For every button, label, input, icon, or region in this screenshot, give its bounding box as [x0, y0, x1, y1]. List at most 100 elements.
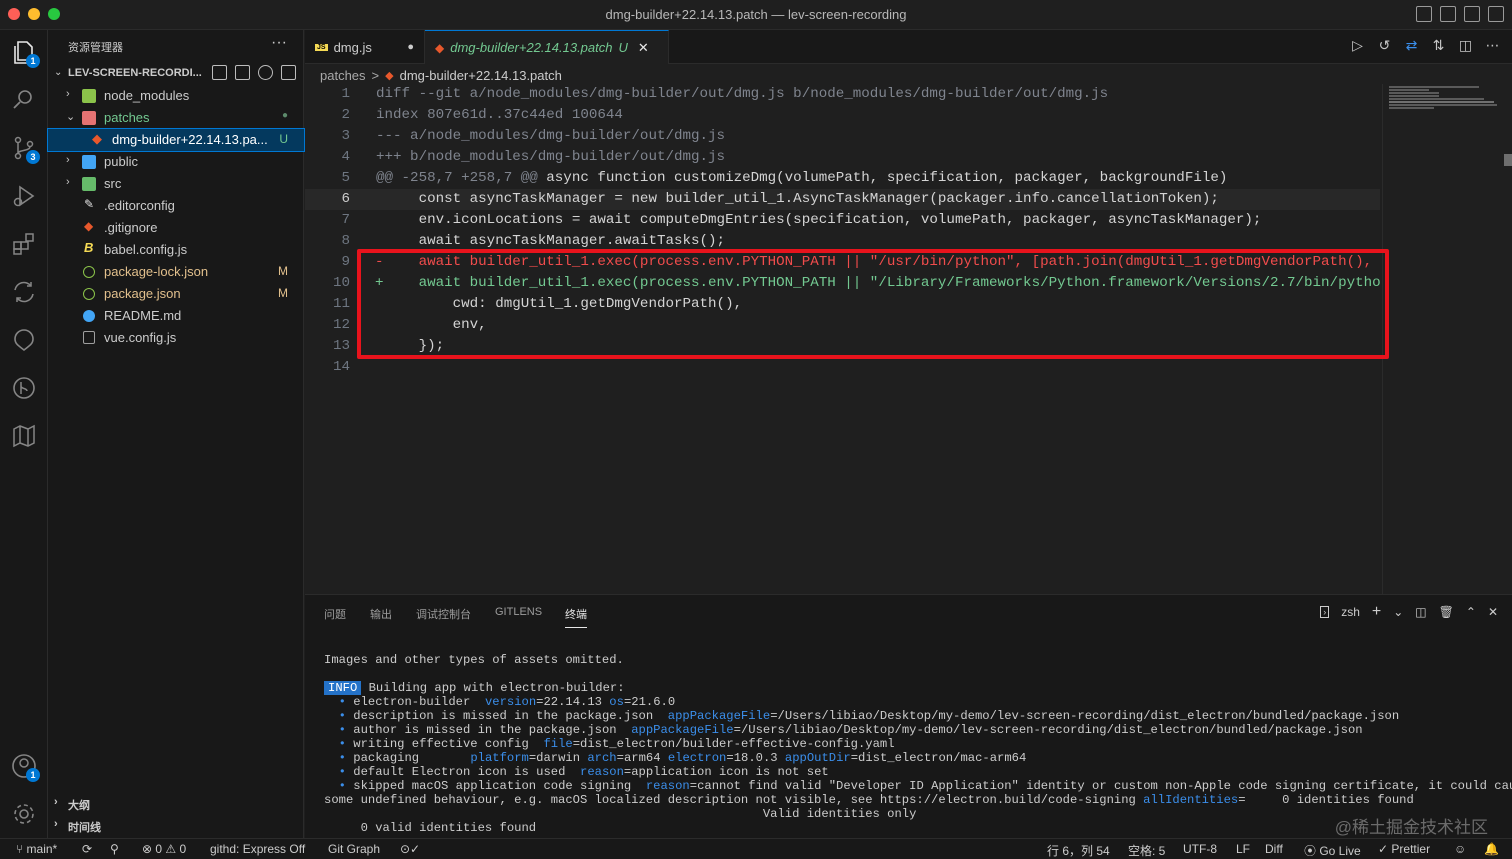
explorer-icon[interactable]: 1 — [10, 38, 40, 68]
gitlens-compare-icon[interactable]: ⇄ — [1404, 38, 1419, 53]
prettier-button[interactable]: ✓ Prettier — [1378, 842, 1430, 856]
sync-icon[interactable]: ⟳ — [82, 842, 92, 856]
run-debug-icon[interactable] — [10, 182, 38, 210]
tree-item-label: .editorconfig — [104, 198, 175, 213]
code-token: --- a/node_modules/dmg-builder/out/dmg.j… — [376, 128, 726, 144]
new-terminal-icon[interactable]: + — [1372, 603, 1381, 621]
sidebar-more-button[interactable]: ··· — [271, 34, 287, 52]
untracked-dot: ● — [281, 110, 288, 121]
history-icon[interactable]: ↺ — [1377, 38, 1392, 53]
folder-icon — [82, 89, 96, 103]
tree-folder-src[interactable]: › src — [48, 173, 304, 195]
file-icon — [83, 331, 95, 344]
branch-indicator[interactable]: ⑂ main* — [16, 842, 57, 856]
git-graph-button[interactable]: Git Graph — [328, 842, 380, 856]
extensions-icon[interactable] — [10, 230, 38, 258]
tab-output[interactable]: 输出 — [370, 606, 392, 622]
breadcrumb: patches > ◆ dmg-builder+22.14.13.patch — [320, 66, 562, 84]
chevron-right-icon: › — [54, 796, 58, 808]
chevron-down-icon: ⌄ — [54, 67, 63, 78]
tree-folder-node-modules[interactable]: › node_modules — [48, 85, 304, 107]
tab-debug-console[interactable]: 调试控制台 — [416, 606, 471, 622]
cursor-position[interactable]: 行 6，列 54 — [1047, 842, 1110, 859]
check-icon[interactable]: ⊙✓ — [400, 842, 420, 856]
minimap[interactable] — [1382, 84, 1502, 594]
code-line[interactable]: 4 +++ b/node_modules/dmg-builder/out/dmg.… — [305, 147, 1380, 168]
publish-icon[interactable]: ⚲ — [110, 842, 119, 856]
timeline-section[interactable]: › 时间线 — [48, 815, 304, 837]
toggle-sidebar-icon[interactable] — [1416, 6, 1432, 22]
code-text: const asyncTaskManager = new builder_uti… — [376, 191, 1219, 207]
code-line[interactable]: 3 --- a/node_modules/dmg-builder/out/dmg.… — [305, 126, 1380, 147]
notifications-bell-icon[interactable]: 🔔 — [1484, 842, 1499, 856]
feedback-icon[interactable]: ☺ — [1454, 842, 1466, 856]
tree-file-editorconfig[interactable]: ✎ .editorconfig — [48, 195, 304, 217]
search-icon[interactable] — [10, 86, 38, 114]
split-terminal-icon[interactable]: ◫ — [1415, 605, 1426, 619]
account-icon[interactable]: 1 — [10, 752, 40, 782]
githd-status[interactable]: githd: Express Off — [210, 842, 305, 856]
refresh-icon[interactable] — [258, 65, 273, 80]
git-diff-file-icon: ◆ — [385, 69, 394, 82]
code-token: @@ -258,7 +258,7 @@ — [376, 170, 547, 186]
tree-file-babel-config[interactable]: B babel.config.js — [48, 239, 304, 261]
tree-folder-public[interactable]: › public — [48, 151, 304, 173]
terminal-line: some undefined behaviour, e.g. macOS loc… — [324, 793, 1414, 807]
workspace-root[interactable]: ⌄ LEV-SCREEN-RECORDI... — [48, 63, 304, 85]
gitlens-icon[interactable] — [10, 374, 38, 402]
tab-patch[interactable]: ◆ dmg-builder+22.14.13.patch U ✕ — [425, 30, 669, 64]
customize-layout-icon[interactable] — [1488, 6, 1504, 22]
testing-icon[interactable] — [10, 326, 38, 354]
open-changes-icon[interactable]: ⇅ — [1431, 38, 1446, 53]
code-line[interactable]: 2 index 807e61d..37c44ed 100644 — [305, 105, 1380, 126]
terminal-line: • skipped macOS application code signing… — [324, 779, 1512, 793]
code-line[interactable]: 7 env.iconLocations = await computeDmgEn… — [305, 210, 1380, 231]
indentation[interactable]: 空格: 5 — [1128, 842, 1165, 859]
toggle-secondary-sidebar-icon[interactable] — [1464, 6, 1480, 22]
encoding[interactable]: UTF-8 — [1183, 842, 1217, 856]
tree-file-patch[interactable]: ◆ dmg-builder+22.14.13.pa... U — [47, 128, 305, 152]
code-line[interactable]: 6 const asyncTaskManager = new builder_u… — [305, 189, 1380, 210]
scrollbar-thumb[interactable] — [1504, 154, 1512, 166]
source-control-icon[interactable]: 3 — [10, 134, 40, 164]
tab-gitlens[interactable]: GITLENS — [495, 606, 542, 618]
terminal-text: • writing effective config file=dist_ele… — [338, 737, 895, 751]
chevron-down-icon[interactable]: ⌄ — [1393, 605, 1403, 619]
tree-file-readme[interactable]: README.md — [48, 305, 304, 327]
new-file-icon[interactable] — [212, 65, 227, 80]
trash-icon[interactable]: 🗑 — [1439, 605, 1454, 619]
tab-dmg-js[interactable]: JS dmg.js ● — [305, 30, 425, 64]
code-line[interactable]: 5 @@ -258,7 +258,7 @@ async function cust… — [305, 168, 1380, 189]
tree-folder-patches[interactable]: ⌄ patches ● — [48, 107, 304, 129]
map-icon[interactable] — [10, 422, 38, 450]
manage-gear-icon[interactable] — [10, 800, 38, 828]
new-folder-icon[interactable] — [235, 65, 250, 80]
tree-item-label: vue.config.js — [104, 330, 177, 345]
more-actions-icon[interactable]: ⋯ — [1485, 38, 1500, 53]
split-editor-icon[interactable]: ◫ — [1458, 38, 1473, 53]
breadcrumb-file[interactable]: dmg-builder+22.14.13.patch — [400, 68, 562, 83]
language-mode[interactable]: Diff — [1265, 842, 1283, 856]
go-live-button[interactable]: ⦿ Go Live — [1304, 842, 1361, 859]
shell-name[interactable]: zsh — [1341, 605, 1360, 619]
toggle-panel-icon[interactable] — [1440, 6, 1456, 22]
close-tab-icon[interactable]: ✕ — [638, 40, 649, 56]
tab-problems[interactable]: 问题 — [324, 606, 346, 622]
remote-sync-icon[interactable] — [10, 278, 38, 306]
end-of-line[interactable]: LF — [1236, 842, 1250, 856]
tree-file-gitignore[interactable]: ◆ .gitignore — [48, 217, 304, 239]
breadcrumb-folder[interactable]: patches — [320, 68, 366, 83]
code-line[interactable]: 1 diff --git a/node_modules/dmg-builder/o… — [305, 84, 1380, 105]
outline-section[interactable]: › 大纲 — [48, 793, 304, 815]
collapse-all-icon[interactable] — [281, 65, 296, 80]
tree-file-package-json[interactable]: package.json M — [48, 283, 304, 305]
maximize-panel-icon[interactable]: ⌃ — [1466, 605, 1476, 619]
run-icon[interactable]: ▷ — [1350, 38, 1365, 53]
tree-file-vue-config[interactable]: vue.config.js — [48, 327, 304, 349]
problems-indicator[interactable]: ⊗ 0 ⚠ 0 — [142, 842, 186, 856]
close-panel-icon[interactable]: ✕ — [1488, 605, 1498, 619]
tab-terminal[interactable]: 终端 — [565, 606, 587, 628]
code-line[interactable]: 14 — [305, 357, 1380, 378]
tree-file-package-lock[interactable]: package-lock.json M — [48, 261, 304, 283]
line-number: 9 — [341, 254, 350, 270]
